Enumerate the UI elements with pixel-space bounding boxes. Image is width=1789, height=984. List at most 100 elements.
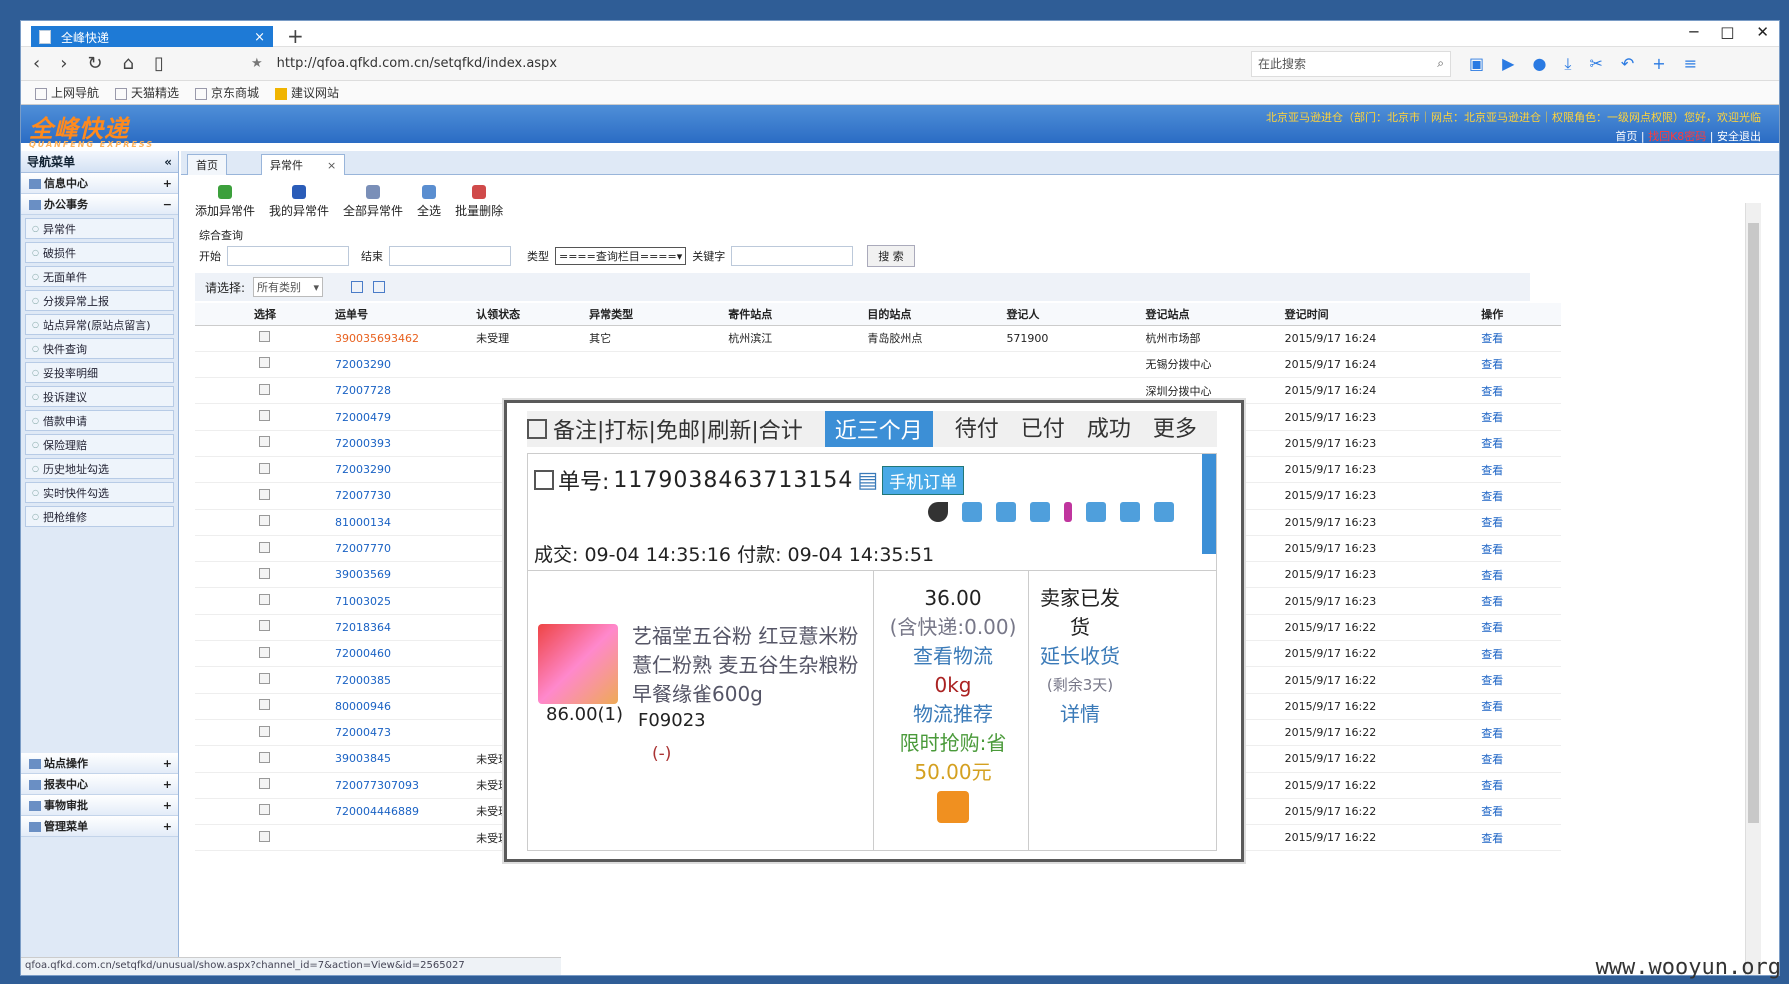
scroll-thumb[interactable] bbox=[1748, 223, 1759, 823]
add-exception-button[interactable]: 添加异常件 bbox=[195, 185, 255, 219]
sidebar-item[interactable]: 快件查询 bbox=[25, 338, 174, 359]
list-icon[interactable] bbox=[1154, 502, 1174, 522]
start-date-input[interactable] bbox=[227, 246, 349, 266]
row-checkbox[interactable] bbox=[259, 620, 271, 632]
waybill-link[interactable]: 80000946 bbox=[335, 700, 391, 713]
popup-action[interactable]: 刷新 bbox=[707, 419, 751, 444]
star-icon[interactable]: ★ bbox=[251, 56, 263, 71]
view-link[interactable]: 查看 bbox=[1481, 621, 1503, 634]
waybill-link[interactable]: 72007730 bbox=[335, 489, 391, 502]
waybill-link[interactable]: 72007770 bbox=[335, 542, 391, 555]
row-checkbox[interactable] bbox=[259, 725, 271, 737]
sidebar-item[interactable]: 保险理赔 bbox=[25, 434, 174, 455]
collapse-section-icon[interactable]: − bbox=[163, 198, 172, 211]
sidebar-item[interactable]: 借款申请 bbox=[25, 410, 174, 431]
sidebar-section-site[interactable]: 站点操作 + bbox=[21, 753, 178, 774]
sidebar-item[interactable]: 历史地址勾选 bbox=[25, 458, 174, 479]
download-icon[interactable]: ⤓ bbox=[1564, 54, 1571, 74]
tab-exceptions[interactable]: 异常件 × bbox=[261, 154, 346, 175]
waybill-link[interactable]: 72000479 bbox=[335, 411, 391, 424]
view-link[interactable]: 查看 bbox=[1481, 358, 1503, 371]
waybill-link[interactable]: 71003025 bbox=[335, 595, 391, 608]
end-date-input[interactable] bbox=[389, 246, 511, 266]
row-checkbox[interactable] bbox=[259, 541, 271, 553]
view-link[interactable]: 查看 bbox=[1481, 569, 1503, 582]
bookmark-item[interactable]: 京东商城 bbox=[195, 84, 259, 101]
play-icon[interactable]: ▶ bbox=[1502, 54, 1514, 74]
popup-tab[interactable]: 更多 bbox=[1153, 411, 1197, 447]
view-link[interactable]: 查看 bbox=[1481, 464, 1503, 477]
expand-icon[interactable]: + bbox=[163, 799, 172, 812]
mail-icon[interactable] bbox=[996, 502, 1016, 522]
waybill-link[interactable]: 720004446889 bbox=[335, 805, 419, 818]
forward-icon[interactable]: › bbox=[60, 53, 67, 74]
view-link[interactable]: 查看 bbox=[1481, 332, 1503, 345]
view-link[interactable]: 查看 bbox=[1481, 385, 1503, 398]
sidebar-section-report[interactable]: 报表中心 + bbox=[21, 774, 178, 795]
waybill-link[interactable]: 39003569 bbox=[335, 568, 391, 581]
view-link[interactable]: 查看 bbox=[1481, 595, 1503, 608]
column-header[interactable]: 寄件站点 bbox=[724, 303, 864, 326]
reset-password-link[interactable]: 找回K8密码 bbox=[1648, 130, 1706, 143]
row-checkbox[interactable] bbox=[259, 357, 271, 369]
pin-icon[interactable] bbox=[1030, 502, 1050, 522]
row-checkbox[interactable] bbox=[259, 830, 271, 842]
view-link[interactable]: 查看 bbox=[1481, 727, 1503, 740]
column-header[interactable]: 操作 bbox=[1477, 303, 1561, 326]
phone-icon[interactable] bbox=[937, 791, 969, 823]
list-view-icon[interactable] bbox=[351, 281, 364, 293]
url-field[interactable]: ★ http://qfoa.qfkd.com.cn/setqfkd/index.… bbox=[251, 56, 1221, 71]
view-link[interactable]: 查看 bbox=[1481, 700, 1503, 713]
undo-icon[interactable]: ↶ bbox=[1621, 54, 1634, 74]
sidebar-item[interactable]: 异常件 bbox=[25, 218, 174, 239]
view-link[interactable]: 查看 bbox=[1481, 516, 1503, 529]
column-header[interactable]: 登记时间 bbox=[1280, 303, 1478, 326]
sidebar-item[interactable]: 实时快件勾选 bbox=[25, 482, 174, 503]
menu-icon[interactable]: ≡ bbox=[1684, 54, 1697, 74]
copy-icon[interactable]: ▤ bbox=[857, 468, 878, 493]
type-select[interactable]: ====查询栏目==== ▾ bbox=[555, 247, 687, 265]
order-checkbox[interactable] bbox=[534, 470, 554, 490]
waybill-link[interactable]: 39003845 bbox=[335, 752, 391, 765]
popup-tab[interactable]: 成功 bbox=[1087, 411, 1131, 447]
sidebar-item[interactable]: 妥投率明细 bbox=[25, 362, 174, 383]
chat-icon[interactable]: ● bbox=[1532, 54, 1546, 74]
batch-delete-button[interactable]: 批量删除 bbox=[455, 185, 503, 219]
refresh-icon[interactable]: ↻ bbox=[87, 53, 102, 74]
row-checkbox[interactable] bbox=[259, 699, 271, 711]
waybill-link[interactable]: 72000393 bbox=[335, 437, 391, 450]
keyword-input[interactable] bbox=[731, 246, 854, 266]
home-link[interactable]: 首页 bbox=[1615, 130, 1637, 143]
view-link[interactable]: 查看 bbox=[1481, 437, 1503, 450]
row-checkbox[interactable] bbox=[259, 515, 271, 527]
popup-action[interactable]: 免邮 bbox=[656, 419, 700, 444]
view-logistics-link[interactable]: 查看物流 bbox=[878, 642, 1028, 671]
category-select[interactable]: 所有类别 ▾ bbox=[253, 277, 324, 297]
bookmark-item[interactable]: 建议网站 bbox=[275, 84, 339, 101]
back-icon[interactable]: ‹ bbox=[33, 53, 40, 74]
bookmark-item[interactable]: 天猫精选 bbox=[115, 84, 179, 101]
collapse-icon[interactable]: « bbox=[164, 155, 172, 169]
expand-icon[interactable]: + bbox=[163, 778, 172, 791]
row-checkbox[interactable] bbox=[259, 804, 271, 816]
sidebar-item[interactable]: 破损件 bbox=[25, 242, 174, 263]
extend-receipt-link[interactable]: 延长收货 bbox=[1034, 642, 1126, 671]
search-input[interactable]: 在此搜索 ⌕ bbox=[1251, 50, 1451, 77]
waybill-link[interactable]: 72007728 bbox=[335, 384, 391, 397]
expand-icon[interactable]: + bbox=[163, 757, 172, 770]
row-checkbox[interactable] bbox=[259, 436, 271, 448]
row-checkbox[interactable] bbox=[259, 594, 271, 606]
sidebar-item[interactable]: 无面单件 bbox=[25, 266, 174, 287]
all-exceptions-button[interactable]: 全部异常件 bbox=[343, 185, 403, 219]
row-checkbox[interactable] bbox=[259, 410, 271, 422]
close-window-icon[interactable]: ✕ bbox=[1756, 23, 1769, 41]
close-tab-icon[interactable]: × bbox=[254, 30, 265, 45]
column-header[interactable]: 选择 bbox=[195, 303, 331, 326]
popup-tab[interactable]: 待付 bbox=[955, 411, 999, 447]
row-checkbox[interactable] bbox=[259, 751, 271, 763]
home-icon[interactable]: ⌂ bbox=[123, 53, 134, 74]
minimize-icon[interactable]: ─ bbox=[1689, 23, 1698, 41]
flag-icon[interactable] bbox=[1064, 502, 1072, 522]
bookmark-icon[interactable]: ▣ bbox=[1469, 54, 1484, 74]
row-checkbox[interactable] bbox=[259, 331, 271, 343]
